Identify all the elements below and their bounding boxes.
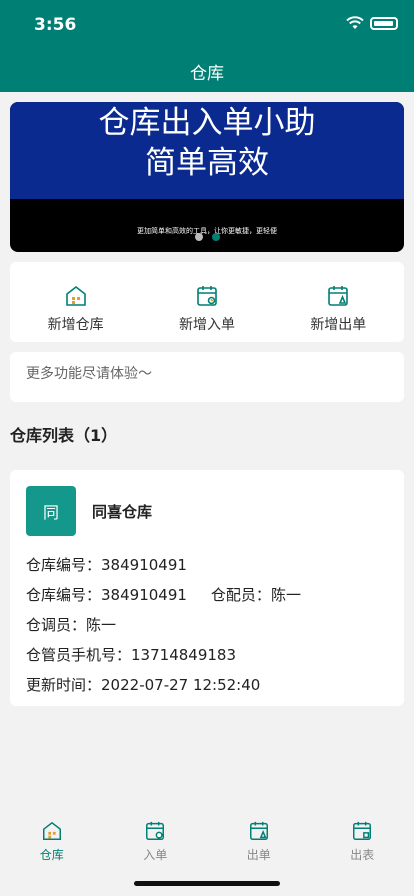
warehouse-updated-row: 更新时间：2022-07-27 12:52:40 bbox=[26, 670, 388, 700]
more-features-notice: 更多功能尽请体验～ bbox=[10, 352, 404, 402]
warehouse-phone-row: 仓管员手机号：13714849183 bbox=[26, 640, 388, 670]
banner-line-2: 简单高效 bbox=[145, 145, 269, 181]
banner-dot[interactable] bbox=[195, 233, 203, 241]
banner-pagination bbox=[195, 233, 220, 241]
field-label: 仓库编号： bbox=[26, 556, 102, 574]
page-title: 仓库 bbox=[190, 64, 224, 84]
battery-icon bbox=[370, 16, 398, 30]
field-label: 更新时间： bbox=[26, 676, 102, 694]
warehouse-icon bbox=[42, 821, 61, 840]
warehouse-name: 同喜仓库 bbox=[92, 502, 153, 521]
warehouse-distributor: 陈一 bbox=[270, 586, 301, 604]
field-label: 仓调员： bbox=[26, 616, 87, 634]
warehouse-icon bbox=[65, 285, 86, 306]
tab-label: 出表 bbox=[350, 848, 375, 862]
wifi-icon bbox=[346, 16, 364, 29]
promo-banner[interactable]: 仓库出入单小助 简单高效 更加简单和高效的工具，让你更敏捷，更轻便 bbox=[10, 102, 404, 252]
app-header: 3:56 仓库 bbox=[0, 0, 414, 92]
tab-label: 入单 bbox=[143, 848, 168, 862]
quick-action-label: 新增仓库 bbox=[47, 317, 104, 333]
tab-label: 仓库 bbox=[39, 848, 64, 862]
status-time: 3:56 bbox=[34, 15, 77, 35]
tab-label: 出单 bbox=[246, 848, 271, 862]
field-label: 仓管员手机号： bbox=[26, 646, 132, 664]
warehouse-updated-time: 2022-07-27 12:52:40 bbox=[101, 676, 261, 694]
banner-line-1: 仓库出入单小助 bbox=[98, 105, 316, 141]
tab-report[interactable]: 出表 bbox=[311, 806, 414, 896]
add-warehouse-button[interactable]: 新增仓库 bbox=[10, 262, 141, 342]
calendar-report-icon bbox=[353, 821, 372, 840]
warehouse-code-distributor-row: 仓库编号：384910491 仓配员：陈一 bbox=[26, 580, 388, 610]
calendar-in-icon bbox=[146, 821, 165, 840]
add-outbound-button[interactable]: 新增出单 bbox=[273, 262, 404, 342]
warehouse-list-title: 仓库列表（1） bbox=[10, 426, 118, 445]
warehouse-card-header: 同 同喜仓库 bbox=[26, 486, 388, 536]
warehouse-card[interactable]: 同 同喜仓库 仓库编号：384910491 仓库编号：384910491 仓配员：… bbox=[10, 470, 404, 706]
calendar-out-icon bbox=[249, 821, 268, 840]
home-indicator[interactable] bbox=[134, 881, 280, 886]
tab-warehouse[interactable]: 仓库 bbox=[0, 806, 104, 896]
status-icons bbox=[346, 16, 398, 30]
calendar-out-icon bbox=[328, 286, 349, 306]
field-label: 仓配员： bbox=[210, 586, 271, 604]
warehouse-details: 仓库编号：384910491 仓库编号：384910491 仓配员：陈一 仓调员：… bbox=[26, 550, 388, 700]
field-label: 仓库编号： bbox=[26, 586, 102, 604]
calendar-in-icon bbox=[197, 286, 217, 306]
quick-action-label: 新增入单 bbox=[178, 317, 235, 333]
banner-headline: 仓库出入单小助 简单高效 bbox=[10, 102, 404, 199]
quick-actions: 新增仓库 新增入单 新增出单 bbox=[10, 262, 404, 342]
warehouse-code: 384910491 bbox=[101, 556, 187, 574]
warehouse-phone: 13714849183 bbox=[131, 646, 236, 664]
warehouse-avatar: 同 bbox=[26, 486, 76, 536]
warehouse-code: 384910491 bbox=[101, 586, 187, 604]
warehouse-code-row: 仓库编号：384910491 bbox=[26, 550, 388, 580]
banner-dot-active[interactable] bbox=[212, 233, 220, 241]
add-inbound-button[interactable]: 新增入单 bbox=[141, 262, 272, 342]
warehouse-dispatcher-row: 仓调员：陈一 bbox=[26, 610, 388, 640]
quick-action-label: 新增出单 bbox=[310, 317, 367, 333]
warehouse-dispatcher: 陈一 bbox=[86, 616, 117, 634]
